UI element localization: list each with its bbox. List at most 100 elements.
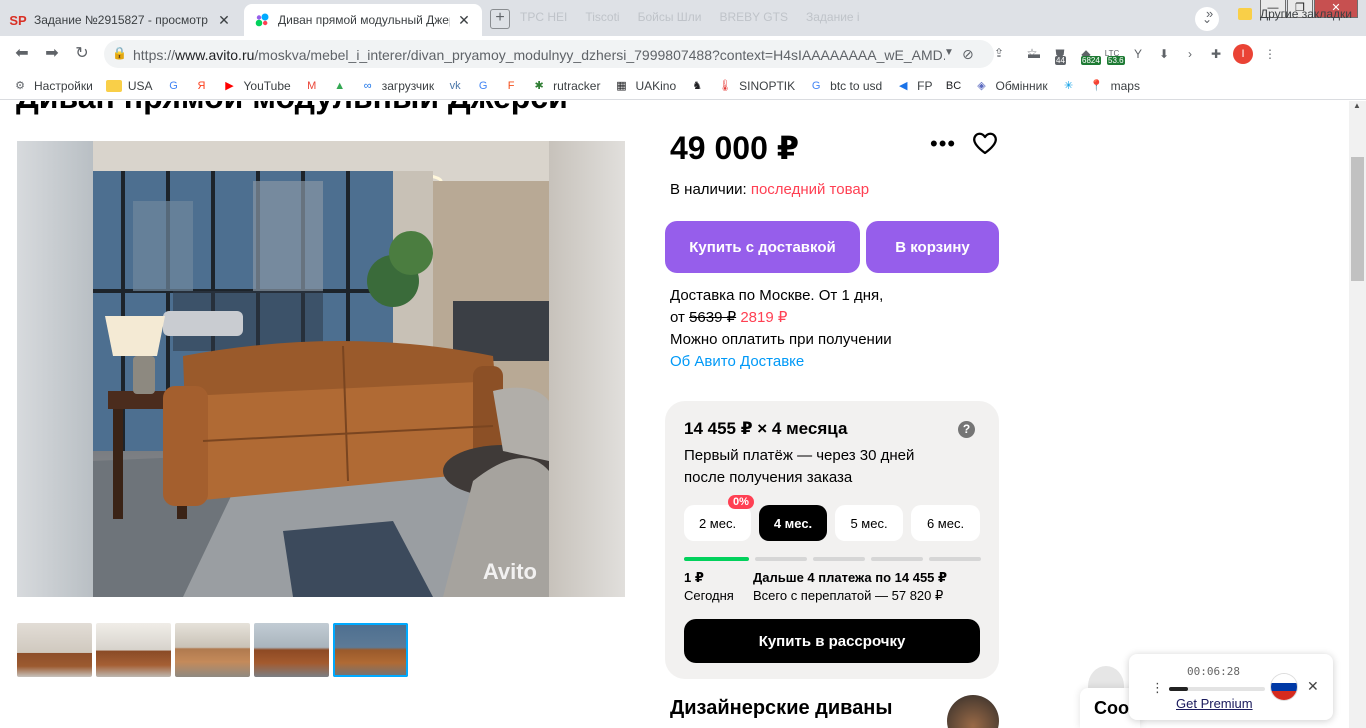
help-icon[interactable]: ? [958,421,975,438]
month-option-2[interactable]: 2 мес. 0% [684,495,754,541]
bookmarks-overflow-icon[interactable]: » [1206,6,1213,21]
player-menu-icon[interactable]: ⋮ [1151,680,1164,696]
watermark-text: Avito [482,559,537,584]
bookmark-item[interactable]: F [503,78,525,94]
scroll-up-icon[interactable]: ▲ [1353,101,1361,110]
f-icon: F [507,79,515,92]
folder-icon [1238,8,1252,20]
bookmark-item[interactable]: ◀ FP [895,78,933,94]
bookmark-item[interactable]: ✱ rutracker [531,78,600,94]
translate-off-icon[interactable]: ⊘ [962,46,974,63]
close-icon[interactable]: ✕ [1307,678,1319,695]
main-photo[interactable] [93,141,549,597]
buy-with-delivery-button[interactable]: Купить с доставкой [665,221,860,273]
heart-icon[interactable] [972,131,998,160]
bookmark-label: rutracker [553,78,601,93]
maps-pin-icon: 📍 [1089,79,1104,92]
url-dropdown-icon[interactable]: ▼ [944,47,954,58]
share-icon[interactable]: ⇪ [990,44,1008,62]
thumbnail[interactable] [17,623,92,677]
bookmark-item[interactable]: ⚙ Настройки [12,78,93,94]
tab-avito-listing[interactable]: Диван прямой модульный Джерс ✕ [244,4,482,36]
player-progress[interactable] [1169,687,1265,691]
star-icon[interactable]: ☆ [1023,44,1041,62]
address-bar[interactable]: 🔒 https://www.avito.ru/moskva/mebel_i_in… [104,40,994,68]
month-option-4[interactable]: 4 мес. [759,505,827,541]
shop-avatar[interactable] [947,695,999,728]
scrollbar-thumb[interactable] [1351,157,1364,281]
month-option-5[interactable]: 5 мес. [835,505,903,541]
ghost-tab[interactable]: Задание i [806,10,860,24]
ghost-tab[interactable]: Бойсы Шли [638,10,702,24]
bookmark-item[interactable]: BC [946,78,968,94]
payment-on-receipt: Можно оплатить при получении [670,331,892,348]
ghost-tab[interactable]: Tiscoti [585,10,619,24]
bookmark-item[interactable]: ♞ [689,78,711,94]
terminal-icon[interactable]: › [1181,45,1199,63]
thumbnail[interactable] [175,623,250,677]
bookmark-item[interactable]: G [475,78,497,94]
thumbnail[interactable] [96,623,171,677]
delivery-new-price: 2819 ₽ [740,309,788,326]
snowflake-icon: ✳ [1063,79,1074,92]
bookmark-item[interactable]: M [304,78,326,94]
month-option-6[interactable]: 6 мес. [911,505,980,541]
yoroi-icon[interactable]: Y [1129,45,1147,63]
ublock-icon[interactable]: ⛊ 44 [1051,45,1069,65]
reload-icon[interactable]: ↻ [72,44,92,64]
bookmark-item[interactable]: ✳ [1061,78,1083,94]
bookmark-item[interactable]: G [166,78,188,94]
exchange-icon: ◈ [977,79,986,92]
bookmark-item[interactable]: 🌡 SINOPTIK [717,78,795,94]
page-scrollbar[interactable]: ▲ [1349,101,1366,728]
month-label: 2 мес. [698,515,737,531]
bookmark-item[interactable]: ▦ UAKino [613,78,676,94]
translate-icon: G [478,79,488,92]
puzzle-icon[interactable]: ✚ [1207,45,1225,63]
download-icon[interactable]: ⬇ [1155,45,1173,63]
add-to-cart-button[interactable]: В корзину [866,221,999,273]
get-premium-link[interactable]: Get Premium [1176,696,1253,711]
bookmark-item[interactable]: Gbtc to usd [808,78,882,94]
progress-segment [755,557,807,561]
future-payments: Дальше 4 платежа по 14 455 ₽ Всего с пер… [753,569,947,605]
bookmark-item[interactable]: ∞ загрузчик [360,78,434,94]
bookmark-label: YouTube [243,78,291,93]
bookmark-item[interactable]: Я [194,78,216,94]
bookmark-item[interactable]: vk [447,78,469,94]
more-options-icon[interactable]: ••• [930,131,956,157]
close-tab-icon[interactable]: ✕ [216,12,232,29]
stock-status: В наличии: последний товар [670,181,869,198]
bookmark-item[interactable]: 📍 maps [1089,78,1140,94]
back-arrow-icon[interactable]: ⬅ [12,44,32,64]
bookmark-item[interactable]: USA [105,79,153,93]
thumbnail[interactable] [254,623,329,677]
ghost-tab[interactable]: TPC HEI [520,10,567,24]
buy-installment-button[interactable]: Купить в рассрочку [684,619,980,663]
extensions-bar: ▬ ⛊ 44 ◆ 6824 LTC 53.6 Y ⬇ › ✚ I ⋮ [1025,44,1279,65]
bookmark-item[interactable]: ▶ YouTube [222,78,291,94]
profile-avatar[interactable]: I [1233,44,1253,64]
btc-price-icon[interactable]: ◆ 6824 [1077,45,1101,65]
delivery-from: от [670,309,685,326]
thumbnail-selected[interactable] [333,623,408,677]
photo-gallery[interactable]: Avito [17,141,625,597]
close-tab-icon[interactable]: ✕ [456,12,472,29]
ltc-price-icon[interactable]: LTC 53.6 [1103,45,1125,65]
url-text[interactable]: https://www.avito.ru/moskva/mebel_i_inte… [133,47,945,63]
bookmark-item[interactable]: ▲ [332,78,354,94]
shop-name[interactable]: Дизайнерские диваны [670,697,892,720]
other-bookmarks-folder[interactable]: Другие закладки [1238,0,1352,28]
chrome-menu-icon[interactable]: ⋮ [1261,45,1279,63]
forward-arrow-icon[interactable]: ➡ [42,44,62,64]
ghost-tab[interactable]: BREBY GTS [720,10,788,24]
bookmark-item[interactable]: ◈ Обмінник [974,78,1047,94]
tab-task[interactable]: SP Задание №2915827 - просмотр з ✕ [0,4,242,36]
ru-flag-icon[interactable] [1271,674,1297,700]
gallery-blur-right [549,141,625,597]
extension-badge: 44 [1055,56,1066,65]
new-tab-icon[interactable]: + [490,9,510,29]
bookmark-label: FP [917,78,933,93]
avito-delivery-link[interactable]: Об Авито Доставке [670,353,804,370]
stock-value: последний товар [750,181,870,198]
